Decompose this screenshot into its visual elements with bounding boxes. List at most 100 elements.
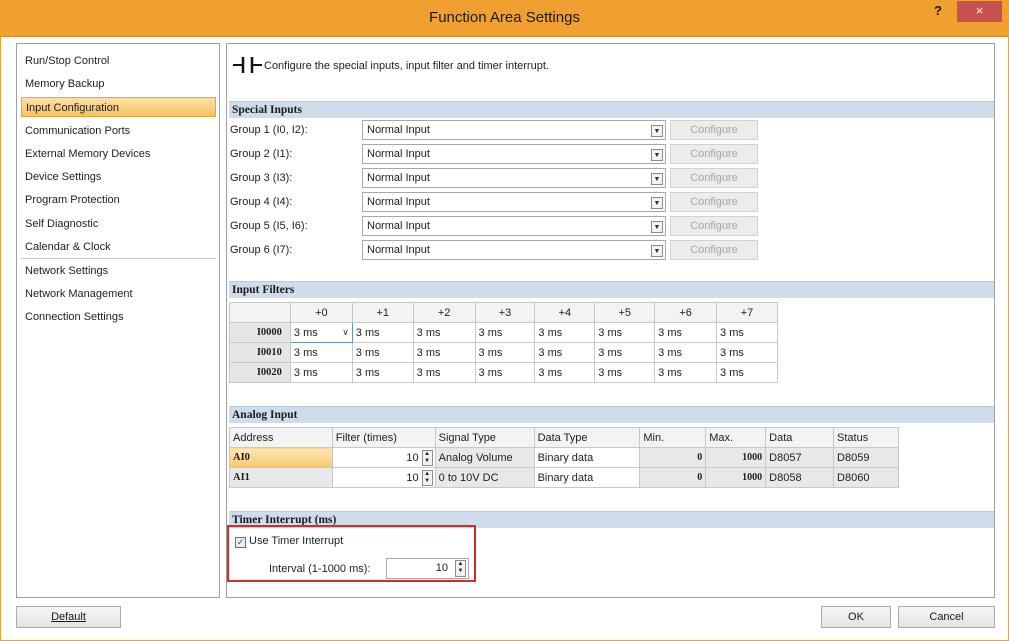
group-3-label: Group 3 (I3): (230, 172, 293, 184)
cancel-button[interactable]: Cancel (898, 606, 995, 628)
filter-cell[interactable]: 3 ms (474, 322, 536, 343)
filter-cell[interactable]: 3 ms (534, 322, 596, 343)
filter-cell[interactable]: 3 ms (654, 322, 718, 343)
title-bar: Function Area Settings ? × (0, 0, 1009, 37)
min-cell: 0 (639, 447, 707, 468)
filter-cell[interactable]: 3 ms (351, 342, 414, 363)
group-5-label: Group 5 (I5, I6): (230, 220, 308, 232)
interval-stepper[interactable]: 10 ▲ ▼ (386, 558, 469, 579)
use-timer-interrupt-label[interactable]: Use Timer Interrupt (249, 535, 343, 547)
data-type-cell[interactable]: Binary data (533, 467, 641, 488)
filter-cell[interactable]: 3 ms (289, 342, 353, 363)
spin-arrows-icon[interactable]: ▲ ▼ (421, 469, 433, 486)
filter-cell[interactable]: 3 ms (654, 362, 718, 383)
nav-item-connection-settings[interactable]: Connection Settings (21, 307, 216, 327)
group-5-select[interactable]: Normal Input ▼ (362, 216, 666, 236)
analog-address-cell[interactable]: AI1 (229, 467, 333, 488)
filter-cell[interactable]: 3 ms (351, 362, 414, 383)
default-button[interactable]: Default (16, 606, 121, 628)
group-6-configure-button[interactable]: Configure (670, 240, 758, 260)
group-4-select[interactable]: Normal Input ▼ (362, 192, 666, 212)
filter-cell[interactable]: 3 ms (534, 342, 596, 363)
analog-address-cell[interactable]: AI0 (229, 447, 333, 468)
filter-times-stepper[interactable]: 10 ▲ ▼ (331, 467, 436, 488)
chevron-down-icon[interactable]: ▼ (651, 149, 663, 161)
column-header: Data (765, 427, 835, 448)
group-2-select[interactable]: Normal Input ▼ (362, 144, 666, 164)
filter-cell[interactable]: 3 ms (716, 342, 778, 363)
filter-cell[interactable]: 3 ms (412, 342, 476, 363)
column-header: Data Type (533, 427, 641, 448)
column-header: +1 (351, 302, 414, 323)
group-2-configure-button[interactable]: Configure (670, 144, 758, 164)
group-1-select[interactable]: Normal Input ▼ (362, 120, 666, 140)
filter-cell[interactable]: 3 ms (716, 322, 778, 343)
group-5-configure-button[interactable]: Configure (670, 216, 758, 236)
group-6-label: Group 6 (I7): (230, 244, 293, 256)
chevron-down-icon[interactable]: ▼ (651, 221, 663, 233)
group-3-select[interactable]: Normal Input ▼ (362, 168, 666, 188)
column-header: +4 (534, 302, 596, 323)
chevron-down-icon[interactable]: ▼ (651, 125, 663, 137)
filter-cell[interactable]: 3 ms (594, 342, 656, 363)
filter-cell[interactable]: 3 ms (594, 322, 656, 343)
close-button[interactable]: × (957, 1, 1002, 22)
input-filters-header: Input Filters (229, 281, 994, 298)
nav-item-external-memory-devices[interactable]: External Memory Devices (21, 144, 216, 164)
filter-cell[interactable]: 3 ms (474, 362, 536, 383)
ok-button[interactable]: OK (821, 606, 891, 628)
nav-item-program-protection[interactable]: Program Protection (21, 190, 216, 210)
filter-cell[interactable]: 3 ms (716, 362, 778, 383)
spin-arrows-icon[interactable]: ▲ ▼ (421, 449, 433, 466)
column-header: +7 (716, 302, 778, 323)
column-header: Address (229, 427, 333, 448)
filter-cell-dropdown[interactable]: 3 ms ∨ (289, 322, 353, 343)
filter-cell[interactable]: 3 ms (289, 362, 353, 383)
filter-times-stepper[interactable]: 10 ▲ ▼ (331, 447, 436, 468)
nav-separator (21, 258, 216, 259)
chevron-down-icon[interactable]: ∨ (342, 327, 349, 338)
nav-item-device-settings[interactable]: Device Settings (21, 167, 216, 187)
filter-cell[interactable]: 3 ms (474, 342, 536, 363)
spin-arrows-icon[interactable]: ▲ ▼ (455, 560, 466, 577)
nav-item-network-management[interactable]: Network Management (21, 284, 216, 304)
chevron-down-icon[interactable]: ▼ (651, 197, 663, 209)
group-4-configure-button[interactable]: Configure (670, 192, 758, 212)
nav-item-calendar-clock[interactable]: Calendar & Clock (21, 237, 216, 257)
group-1-label: Group 1 (I0, I2): (230, 124, 308, 136)
help-button[interactable]: ? (926, 3, 950, 25)
signal-type-cell[interactable]: 0 to 10V DC (434, 467, 535, 488)
column-header: +3 (474, 302, 536, 323)
group-6-select[interactable]: Normal Input ▼ (362, 240, 666, 260)
column-header: Min. (639, 427, 707, 448)
filter-cell[interactable]: 3 ms (654, 342, 718, 363)
filter-cell[interactable]: 3 ms (594, 362, 656, 383)
settings-nav-list: Run/Stop Control Memory Backup Input Con… (16, 43, 220, 598)
nav-item-run-stop-control[interactable]: Run/Stop Control (21, 51, 216, 71)
group-3-configure-button[interactable]: Configure (670, 168, 758, 188)
filter-cell[interactable]: 3 ms (412, 362, 476, 383)
nav-item-network-settings[interactable]: Network Settings (21, 261, 216, 281)
status-cell: D8059 (833, 447, 899, 468)
group-1-configure-button[interactable]: Configure (670, 120, 758, 140)
chevron-down-icon[interactable]: ▼ (651, 173, 663, 185)
chevron-down-icon[interactable]: ▼ (651, 245, 663, 257)
filter-cell[interactable]: 3 ms (351, 322, 414, 343)
ladder-contact-icon (233, 57, 262, 73)
data-type-cell[interactable]: Binary data (533, 447, 641, 468)
nav-item-self-diagnostic[interactable]: Self Diagnostic (21, 214, 216, 234)
special-inputs-header: Special Inputs (229, 101, 994, 118)
use-timer-interrupt-checkbox[interactable]: ✓ (235, 537, 246, 548)
group-2-label: Group 2 (I1): (230, 148, 293, 160)
window-title: Function Area Settings (429, 9, 580, 26)
filter-cell[interactable]: 3 ms (412, 322, 476, 343)
filter-cell[interactable]: 3 ms (534, 362, 596, 383)
nav-item-communication-ports[interactable]: Communication Ports (21, 121, 216, 141)
row-header: I0010 (229, 342, 291, 363)
signal-type-cell[interactable]: Analog Volume (434, 447, 535, 468)
data-cell: D8058 (765, 467, 835, 488)
min-cell: 0 (639, 467, 707, 488)
nav-item-input-configuration[interactable]: Input Configuration (21, 97, 216, 117)
nav-item-memory-backup[interactable]: Memory Backup (21, 74, 216, 94)
group-4-label: Group 4 (I4): (230, 196, 293, 208)
